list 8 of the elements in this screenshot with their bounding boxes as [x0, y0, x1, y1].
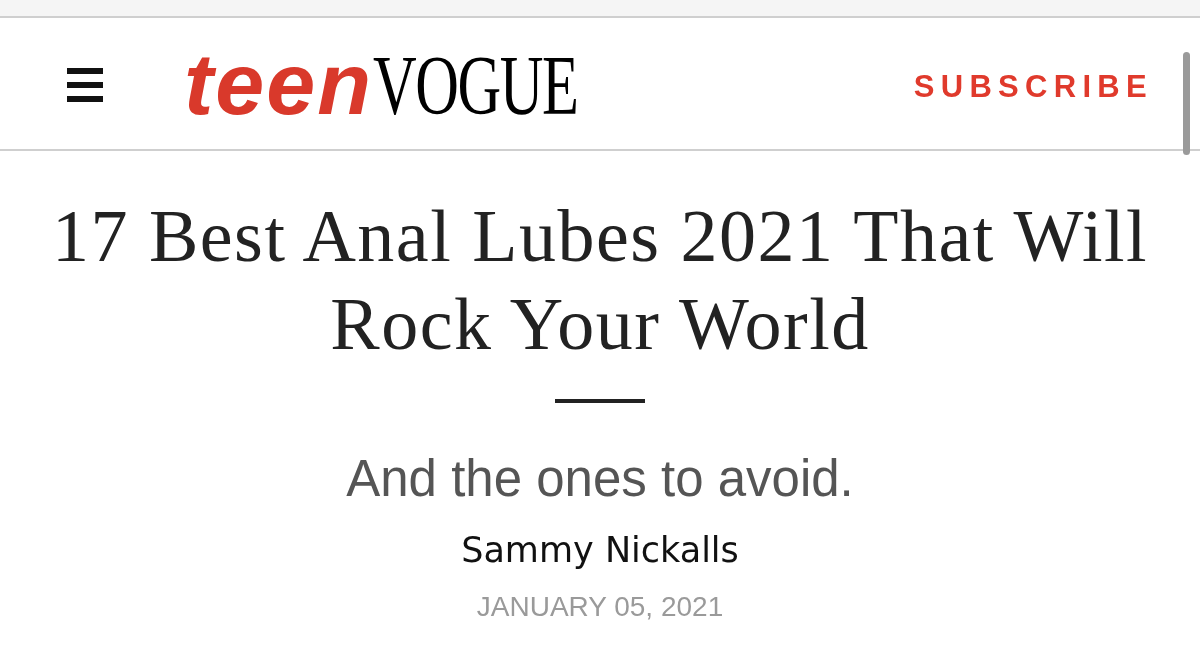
author-name: Sammy Nickalls: [461, 529, 739, 571]
scrollbar-thumb[interactable]: [1183, 52, 1190, 155]
publish-date: JANUARY 05, 2021: [476, 591, 724, 623]
menu-icon[interactable]: [67, 67, 103, 102]
article-subtitle: And the ones to avoid.: [346, 450, 854, 508]
subscribe-link[interactable]: SUBSCRIBE: [913, 68, 1153, 105]
article-title: 17 Best Anal Lubes 2021 That Will Rock Your World: [50, 194, 1150, 367]
site-logo[interactable]: teenVOGUE: [184, 39, 577, 128]
